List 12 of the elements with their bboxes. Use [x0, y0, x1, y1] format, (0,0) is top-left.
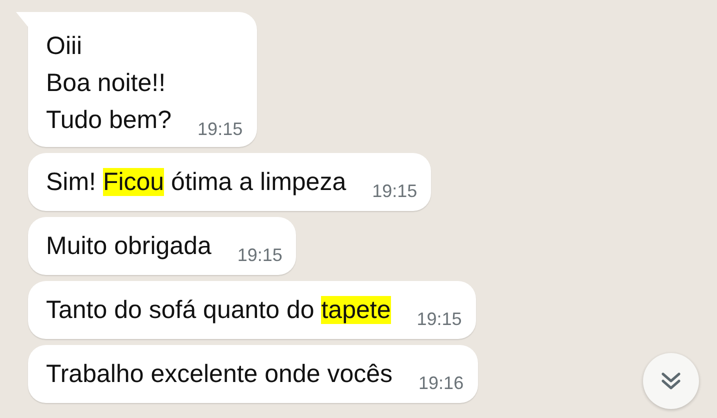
message-text: Tanto do sofá quanto do tapete — [46, 295, 391, 326]
message-time: 19:16 — [418, 372, 464, 395]
message-time: 19:15 — [416, 308, 462, 331]
message-time: 19:15 — [237, 244, 282, 267]
message-text: Sim! Ficou ótima a limpeza — [46, 167, 346, 198]
scroll-down-button[interactable] — [643, 353, 699, 409]
double-chevron-down-icon — [660, 371, 682, 391]
message-text: Trabalho excelente onde vocês — [46, 359, 393, 390]
message-text: Muito obrigada — [46, 231, 212, 262]
message-text: Oiii Boa noite!! Tudo bem? — [46, 31, 172, 136]
message-time: 19:15 — [198, 118, 243, 141]
message-time: 19:15 — [372, 180, 418, 203]
